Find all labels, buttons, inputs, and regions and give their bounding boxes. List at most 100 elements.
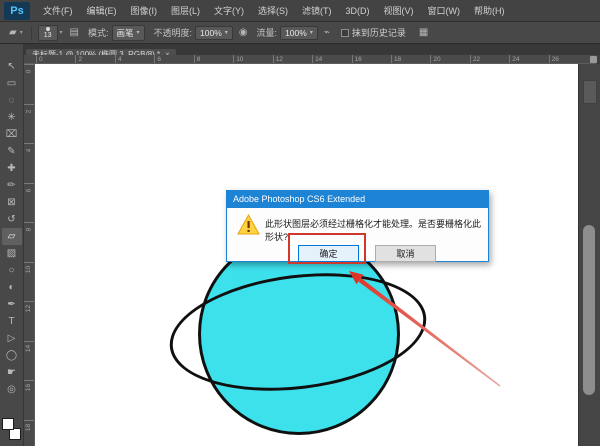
tool-icon: ⊠ [7,197,15,208]
brush-size-picker[interactable]: 13 [38,25,58,41]
dodge-tool[interactable]: ◐ [2,279,22,296]
foreground-color-swatch[interactable] [2,418,14,430]
ruler-tick-label: 8 [24,222,34,262]
marquee-tool[interactable]: ▭ [2,75,22,92]
airbrush-icon[interactable]: ⌁ [321,27,333,38]
move-tool[interactable]: ↖ [2,58,22,75]
ruler-tick-label: 26 [549,55,588,63]
ruler-tick-label: 18 [391,55,430,63]
tool-icon: T [8,316,14,327]
tool-icon: ⌧ [6,129,18,140]
canvas-right-gutter [578,64,600,446]
quick-selection-tool[interactable]: ✳ [2,109,22,126]
menu-items: 文件(F)编辑(E)图像(I)图层(L)文字(Y)选择(S)滤镜(T)3D(D)… [36,0,512,22]
vertical-scrollbar[interactable] [583,225,595,395]
ruler-tick-label: 16 [352,55,391,63]
ruler-tick-label: 18 [24,420,34,446]
ruler-tick-label: 6 [24,183,34,223]
flow-value: 100% [285,28,307,38]
pen-tool[interactable]: ✒ [2,296,22,313]
menu-bar: Ps 文件(F)编辑(E)图像(I)图层(L)文字(Y)选择(S)滤镜(T)3D… [0,0,600,22]
gradient-tool[interactable]: ▨ [2,245,22,262]
menu-item[interactable]: 编辑(E) [80,0,124,22]
photoshop-logo: Ps [4,2,30,20]
tool-icon: ↖ [7,61,15,72]
clone-stamp-tool[interactable]: ⊠ [2,194,22,211]
ruler-tick-label: 16 [24,380,34,420]
tool-icon: ▱ [8,231,16,242]
type-tool[interactable]: T [2,313,22,330]
brush-size-value: 13 [44,32,52,39]
menu-item[interactable]: 文件(F) [36,0,80,22]
tool-icon: ▷ [8,333,16,344]
mode-value: 画笔 [117,27,134,39]
tool-icon: ✏ [7,180,15,191]
tool-icon: ✚ [7,163,15,174]
cancel-button[interactable]: 取消 [375,245,436,262]
ruler-tick-label: 24 [509,55,548,63]
chevron-down-icon: ▾ [225,29,228,36]
menu-item[interactable]: 视图(V) [377,0,421,22]
menu-item[interactable]: 窗口(W) [421,0,468,22]
lasso-tool[interactable]: ◌ [2,92,22,109]
path-selection-tool[interactable]: ▷ [2,330,22,347]
brush-picker-caret-icon[interactable]: ▾ [60,29,67,36]
menu-item[interactable]: 图层(L) [164,0,207,22]
ruler-tick-label: 12 [273,55,312,63]
chevron-down-icon: ▾ [310,29,313,36]
ring-ellipse-path [163,260,433,405]
ruler-tick-label: 14 [24,341,34,381]
tool-icon: ◎ [7,384,16,395]
healing-brush-tool[interactable]: ✚ [2,160,22,177]
tool-icon: ☛ [7,367,16,378]
ruler-tick-label: 10 [24,262,34,302]
zoom-tool[interactable]: ◎ [2,381,22,398]
brush-presets-panel-icon[interactable]: ▦ [416,27,431,38]
panel-dock-handle[interactable] [583,80,597,104]
ruler-tick-label: 0 [24,64,34,104]
tool-icon: ▭ [7,78,16,89]
ruler-tick-label: 2 [75,55,114,63]
menu-item[interactable]: 滤镜(T) [295,0,339,22]
menu-item[interactable]: 文字(Y) [207,0,251,22]
ruler-tick-label: 22 [470,55,509,63]
eyedropper-tool[interactable]: ✎ [2,143,22,160]
ruler-corner-button[interactable] [590,56,597,63]
tool-preset-caret-icon[interactable]: ▾ [20,29,27,36]
crop-tool[interactable]: ⌧ [2,126,22,143]
horizontal-ruler: 02468101214161820222426 [24,55,596,64]
history-brush-tool[interactable]: ↺ [2,211,22,228]
dialog-title-bar[interactable]: Adobe Photoshop CS6 Extended [227,191,488,208]
menu-item[interactable]: 3D(D) [339,0,377,22]
flow-label: 流量: [257,26,278,39]
ruler-tick-label: 8 [194,55,233,63]
menu-item[interactable]: 选择(S) [251,0,295,22]
pressure-opacity-icon[interactable]: ◉ [236,27,251,38]
menu-item[interactable]: 图像(I) [124,0,165,22]
document-tab-strip: 未标题-1 @ 100% (椭圆 3, RGB/8) * × [24,44,600,55]
blur-tool[interactable]: ○ [2,262,22,279]
mode-dropdown[interactable]: 画笔 ▾ [112,25,145,41]
mode-label: 模式: [88,26,109,39]
brush-tool[interactable]: ✏ [2,177,22,194]
erase-to-history-label: 抹到历史记录 [352,26,406,39]
shape-tool[interactable]: ◯ [2,347,22,364]
red-annotation-rectangle [288,233,366,264]
opacity-dropdown[interactable]: 100% ▾ [195,26,233,40]
opacity-label: 不透明度: [154,26,193,39]
flow-dropdown[interactable]: 100% ▾ [280,26,318,40]
tool-icon: ◐ [8,282,14,293]
ruler-tick-label: 4 [115,55,154,63]
brush-panel-toggle-icon[interactable]: ▤ [67,27,82,38]
tool-icon: ✒ [7,299,15,310]
eraser-preset-icon[interactable]: ▰ [6,27,20,38]
ruler-tick-label: 6 [154,55,193,63]
ruler-tick-label: 2 [24,104,34,144]
menu-item[interactable]: 帮助(H) [467,0,512,22]
tool-options-bar: ▰ ▾ 13 ▾ ▤ 模式: 画笔 ▾ 不透明度: 100% ▾ ◉ 流量: 1… [0,22,600,44]
warning-icon [237,214,260,235]
erase-to-history-checkbox[interactable] [341,29,349,37]
tools-panel: ↖ ▭ ◌ ✳ ⌧ ✎ ✚ [0,44,24,446]
hand-tool[interactable]: ☛ [2,364,22,381]
eraser-tool[interactable]: ▱ [2,228,22,245]
